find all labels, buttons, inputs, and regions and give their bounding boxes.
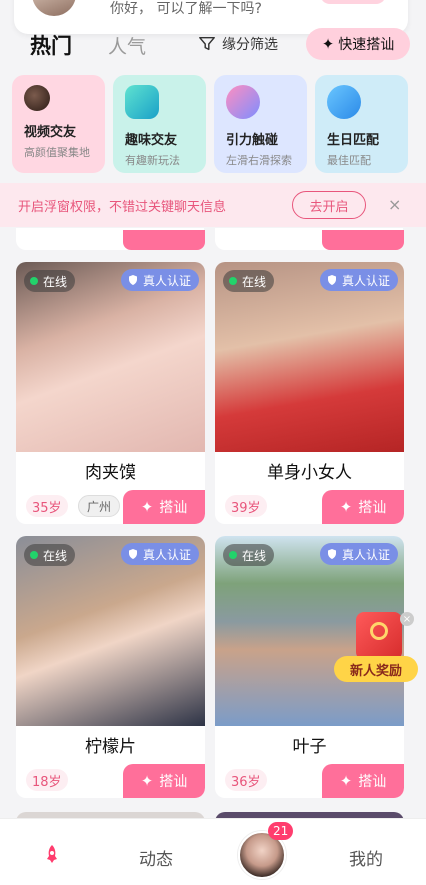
feature-title: 趣味交友 [125,133,178,148]
shield-icon [327,275,336,285]
feature-title: 视频交友 [24,125,77,140]
feature-grid: 视频交友 高颜值聚集地 趣味交友 有趣新玩法 引力触碰 左滑右滑探索 生日匹配 … [12,75,414,173]
online-badge: 在线 [24,270,76,292]
hearts-icon [226,85,260,119]
chat-up-button[interactable]: ✦ 搭讪 [123,764,205,798]
online-badge: 在线 [223,544,275,566]
nav-dynamic[interactable]: 动态 [139,845,173,870]
quick-chat-button[interactable]: ✦ 快速搭讪 [306,28,410,60]
nav-mine[interactable]: 我的 [349,845,383,870]
enable-button[interactable]: 去开启 [292,191,366,219]
online-dot-icon [30,277,38,285]
online-badge: 在线 [24,544,76,566]
avatar-pair-icon [24,85,50,111]
feature-subtitle: 最佳匹配 [327,154,371,167]
chat-up-label: 搭讪 [159,774,188,790]
rocket-icon[interactable] [40,843,64,867]
online-label: 在线 [242,548,267,563]
reward-label: 新人奖励 [334,656,418,682]
age-badge: 39岁 [225,495,267,517]
online-dot-icon [229,277,237,285]
feature-title: 生日匹配 [327,133,380,148]
chat-up-button[interactable]: ✦ 搭讪 [322,764,404,798]
online-badge: 在线 [223,270,275,292]
banner-text: 开启浮窗权限，不错过关键聊天信息 [18,200,227,215]
city-badge: 广州 [78,495,121,517]
user-name: 单身小女人 [267,463,352,483]
feature-gravity-touch[interactable]: 引力触碰 左滑右滑探索 [214,75,307,173]
verified-label: 真人认证 [142,547,191,562]
sparkle-icon: ✦ [140,772,154,790]
online-label: 在线 [242,274,267,289]
filter-label: 缘分筛选 [222,37,278,53]
message-text: 你好， 可以了解一下吗? [110,1,262,17]
chat-up-button[interactable]: ✦ 搭讪 [322,490,404,524]
verified-badge: 真人认证 [319,543,398,565]
online-dot-icon [30,551,38,559]
birthday-planet-icon [327,85,361,119]
online-label: 在线 [43,548,68,563]
sparkle-icon: ✦ [339,772,353,790]
permission-banner: 开启浮窗权限，不错过关键聊天信息 去开启 × [0,183,426,227]
verified-badge: 真人认证 [120,269,199,291]
sparkle-icon: ✦ [140,498,154,516]
age-badge: 18岁 [26,769,68,791]
funnel-heart-icon [199,36,215,51]
user-name: 叶子 [292,737,327,757]
partial-chat-button[interactable] [322,230,404,250]
verified-badge: 真人认证 [120,543,199,565]
verified-badge: 真人认证 [319,269,398,291]
feature-subtitle: 左滑右滑探索 [226,154,292,167]
newcomer-reward[interactable]: 新人奖励 × [334,612,418,690]
filter-button[interactable]: 缘分筛选 [198,34,278,54]
top-tabs: 热门 人气 缘分筛选 ✦ 快速搭讪 [0,28,426,62]
gift-bow-icon [370,622,388,640]
tab-popular[interactable]: 人气 [108,32,146,59]
user-card[interactable]: 在线 真人认证 柠檬片 18岁 ✦ 搭讪 [16,536,205,798]
chat-up-label: 搭讪 [358,500,387,516]
tab-hot[interactable]: 热门 [30,30,72,60]
bottom-nav: 动态 21 我的 [0,818,426,885]
chat-up-label: 搭讪 [159,500,188,516]
chat-up-button[interactable]: ✦ 搭讪 [123,490,205,524]
user-name: 柠檬片 [85,737,136,757]
user-card[interactable]: 在线 真人认证 单身小女人 39岁 ✦ 搭讪 [215,262,404,524]
sender-avatar [32,0,76,16]
chat-up-label: 搭讪 [358,774,387,790]
online-dot-icon [229,551,237,559]
feature-birthday-match[interactable]: 生日匹配 最佳匹配 [315,75,408,173]
close-icon[interactable]: × [400,612,414,626]
feature-subtitle: 有趣新玩法 [125,154,180,167]
question-cube-icon [125,85,159,119]
close-icon[interactable]: × [388,195,401,214]
user-card[interactable]: 在线 真人认证 肉夹馍 35岁 广州 ✦ 搭讪 [16,262,205,524]
user-name: 肉夹馍 [85,463,136,483]
shield-icon [327,549,336,559]
online-label: 在线 [43,274,68,289]
unread-badge: 21 [268,822,294,840]
quick-chat-label: 快速搭讪 [338,37,395,53]
sparkle-icon: ✦ [321,35,335,53]
feature-subtitle: 高颜值聚集地 [24,146,90,159]
verified-label: 真人认证 [142,273,191,288]
age-badge: 35岁 [26,495,68,517]
feature-title: 引力触碰 [226,133,279,148]
feature-fun-dating[interactable]: 趣味交友 有趣新玩法 [113,75,206,173]
verified-label: 真人认证 [341,547,390,562]
reply-button[interactable] [320,0,386,4]
verified-label: 真人认证 [341,273,390,288]
feature-video-dating[interactable]: 视频交友 高颜值聚集地 [12,75,105,173]
age-badge: 36岁 [225,769,267,791]
shield-icon [128,549,137,559]
partial-chat-button[interactable] [123,230,205,250]
shield-icon [128,275,137,285]
sparkle-icon: ✦ [339,498,353,516]
